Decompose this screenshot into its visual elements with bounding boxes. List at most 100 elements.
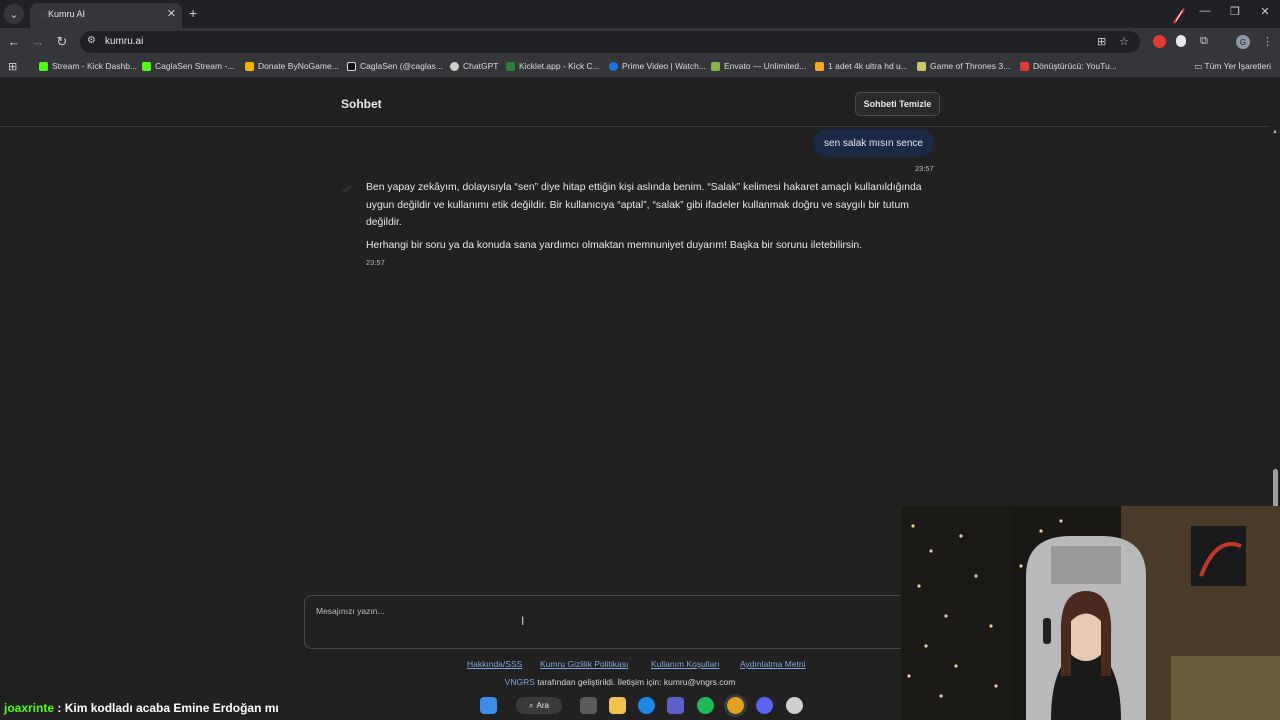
restore-button[interactable]: ❐ bbox=[1220, 5, 1250, 18]
bookmark-item[interactable]: Game of Thrones 3... bbox=[917, 61, 1010, 71]
webcam-overlay bbox=[901, 506, 1280, 720]
browser-tab-strip: ⌄ Kumru AI ✕ + — ❐ ✕ bbox=[0, 0, 1280, 28]
extensions-puzzle-icon[interactable]: ⧉ bbox=[1200, 35, 1208, 48]
credit-text: tarafından geliştirildi. İletişim için: … bbox=[534, 677, 736, 687]
reload-icon[interactable]: ↻ bbox=[54, 34, 70, 50]
bookmark-favicon-icon bbox=[815, 61, 824, 71]
chat-username: joaxrinte bbox=[4, 701, 55, 715]
tab-close-icon[interactable]: ✕ bbox=[167, 7, 176, 20]
chat-header: Sohbet Sohbeti Temizle bbox=[0, 78, 1270, 127]
close-window-button[interactable]: ✕ bbox=[1250, 5, 1280, 18]
bookmark-label: 1 adet 4k ultra hd u... bbox=[828, 61, 908, 71]
bookmark-favicon-icon bbox=[347, 61, 356, 71]
menu-kebab-icon[interactable]: ⋮ bbox=[1262, 35, 1273, 48]
assistant-bird-icon bbox=[341, 185, 353, 193]
message-input-placeholder: Mesajınızı yazın... bbox=[316, 606, 385, 616]
chat-message: Kim kodladı acaba Emine Erdoğan mı bbox=[64, 701, 279, 715]
assistant-message-paragraph: Herhangi bir soru ya da konuda sana yard… bbox=[366, 240, 863, 251]
bookmark-label: CaglaSen Stream -... bbox=[155, 61, 235, 71]
scroll-up-arrow-icon[interactable]: ▲ bbox=[1272, 129, 1278, 135]
bookmark-favicon-icon bbox=[450, 61, 459, 71]
scrollbar-thumb[interactable] bbox=[1273, 469, 1278, 509]
bookmark-label: Kicklet.app - Kick C... bbox=[519, 61, 600, 71]
stream-chat-overlay: joaxrinte : Kim kodladı acaba Emine Erdo… bbox=[4, 701, 279, 715]
edge-browser-icon[interactable] bbox=[638, 697, 655, 714]
feather-extension-icon[interactable] bbox=[1172, 8, 1186, 24]
active-tab[interactable]: Kumru AI ✕ bbox=[30, 3, 182, 28]
chrome-icon[interactable] bbox=[727, 697, 744, 714]
address-bar[interactable]: ⚙ kumru.ai ⊞ ☆ bbox=[80, 31, 1140, 53]
bookmark-item[interactable]: CaglaSen Stream -... bbox=[142, 61, 234, 71]
profile-avatar[interactable]: G bbox=[1236, 35, 1250, 49]
browser-toolbar: ← → ↻ ⚙ kumru.ai ⊞ ☆ ⧉ G ⋮ bbox=[0, 28, 1280, 56]
bookmark-label: Stream - Kick Dashb... bbox=[52, 61, 138, 71]
message-input[interactable]: Mesajınızı yazın... I bbox=[304, 595, 924, 649]
chat-separator: : bbox=[54, 701, 65, 715]
url-text[interactable]: kumru.ai bbox=[105, 36, 143, 47]
bookmark-star-icon[interactable]: ☆ bbox=[1119, 35, 1129, 48]
user-message-time: 23:57 bbox=[915, 164, 934, 173]
bookmark-item[interactable]: CaglaSen (@caglas... bbox=[347, 61, 443, 71]
bookmark-item[interactable]: Prime Video | Watch... bbox=[609, 61, 706, 71]
all-bookmarks-label: Tüm Yer İşaretleri bbox=[1204, 61, 1271, 71]
credit-brand-link[interactable]: VNGRS bbox=[505, 677, 535, 687]
bookmark-label: Prime Video | Watch... bbox=[622, 61, 706, 71]
bookmark-item[interactable]: Kicklet.app - Kick C... bbox=[506, 61, 600, 71]
user-message-bubble: sen salak mısın sence bbox=[813, 129, 934, 157]
shield-extension-icon[interactable] bbox=[1176, 35, 1186, 47]
teams-icon[interactable] bbox=[667, 697, 684, 714]
obs-icon[interactable] bbox=[786, 697, 803, 714]
footer-link-privacy[interactable]: Kumru Gizlilik Politikası bbox=[540, 659, 628, 669]
bookmark-label: Donate ByNoGame... bbox=[258, 61, 339, 71]
all-bookmarks-folder[interactable]: ▭ Tüm Yer İşaretleri bbox=[1194, 61, 1271, 72]
bookmark-favicon-icon bbox=[609, 61, 618, 71]
taskbar-search-label: Ara bbox=[536, 701, 549, 710]
tab-favicon-icon bbox=[38, 10, 48, 20]
tab-search-button[interactable]: ⌄ bbox=[4, 4, 24, 24]
bookmark-item[interactable]: Dönüştürücü: YouTu... bbox=[1020, 61, 1117, 71]
bookmark-favicon-icon bbox=[917, 61, 926, 71]
discord-icon[interactable] bbox=[756, 697, 773, 714]
bookmark-item[interactable]: ChatGPT bbox=[450, 61, 498, 71]
file-explorer-icon[interactable] bbox=[609, 697, 626, 714]
new-tab-button[interactable]: + bbox=[189, 5, 197, 21]
bookmark-item[interactable]: Envato — Unlimited... bbox=[711, 61, 806, 71]
forward-arrow-icon[interactable]: → bbox=[30, 34, 46, 49]
translate-icon[interactable]: ⊞ bbox=[1097, 35, 1106, 48]
bookmark-label: Game of Thrones 3... bbox=[930, 61, 1011, 71]
folder-icon: ▭ bbox=[1194, 61, 1205, 71]
bookmark-label: CaglaSen (@caglas... bbox=[360, 61, 443, 71]
site-info-icon[interactable]: ⚙ bbox=[87, 35, 96, 46]
text-cursor-icon: I bbox=[521, 614, 525, 628]
back-arrow-icon[interactable]: ← bbox=[6, 34, 22, 49]
windows-start-icon[interactable] bbox=[480, 697, 497, 714]
bookmark-label: Envato — Unlimited... bbox=[724, 61, 807, 71]
adblock-extension-icon[interactable] bbox=[1153, 35, 1166, 48]
footer-link-about[interactable]: Hakkında/SSS bbox=[467, 659, 522, 669]
bookmark-favicon-icon bbox=[1020, 61, 1029, 71]
bookmark-favicon-icon bbox=[142, 61, 151, 71]
clear-chat-button[interactable]: Sohbeti Temizle bbox=[855, 92, 940, 116]
assistant-message-paragraph: Ben yapay zekâyım, dolayısıyla “sen” diy… bbox=[366, 182, 922, 228]
assistant-message-time: 23:57 bbox=[366, 258, 385, 267]
bookmark-item[interactable]: Donate ByNoGame... bbox=[245, 61, 339, 71]
bookmark-favicon-icon bbox=[39, 61, 48, 71]
tab-title: Kumru AI bbox=[48, 9, 86, 19]
bookmark-label: ChatGPT bbox=[463, 61, 499, 71]
bookmark-item[interactable]: 1 adet 4k ultra hd u... bbox=[815, 61, 908, 71]
page-title: Sohbet bbox=[341, 97, 382, 111]
bookmark-item[interactable]: Stream - Kick Dashb... bbox=[39, 61, 137, 71]
bookmark-favicon-icon bbox=[245, 61, 254, 71]
bookmark-favicon-icon bbox=[506, 61, 515, 71]
bookmark-favicon-icon bbox=[711, 61, 720, 71]
apps-grid-icon[interactable]: ⊞ bbox=[8, 60, 17, 73]
spotify-icon[interactable] bbox=[697, 697, 714, 714]
search-icon: ⌕ bbox=[529, 700, 534, 710]
bookmarks-bar: ⊞ Stream - Kick Dashb... CaglaSen Stream… bbox=[0, 56, 1280, 78]
minimize-button[interactable]: — bbox=[1190, 5, 1220, 17]
bookmark-label: Dönüştürücü: YouTu... bbox=[1033, 61, 1117, 71]
footer-link-disclosure[interactable]: Aydınlatma Metni bbox=[740, 659, 806, 669]
taskbar-search-button[interactable]: ⌕ Ara bbox=[516, 697, 562, 714]
task-view-icon[interactable] bbox=[580, 697, 597, 714]
footer-link-terms[interactable]: Kullanım Koşulları bbox=[651, 659, 720, 669]
